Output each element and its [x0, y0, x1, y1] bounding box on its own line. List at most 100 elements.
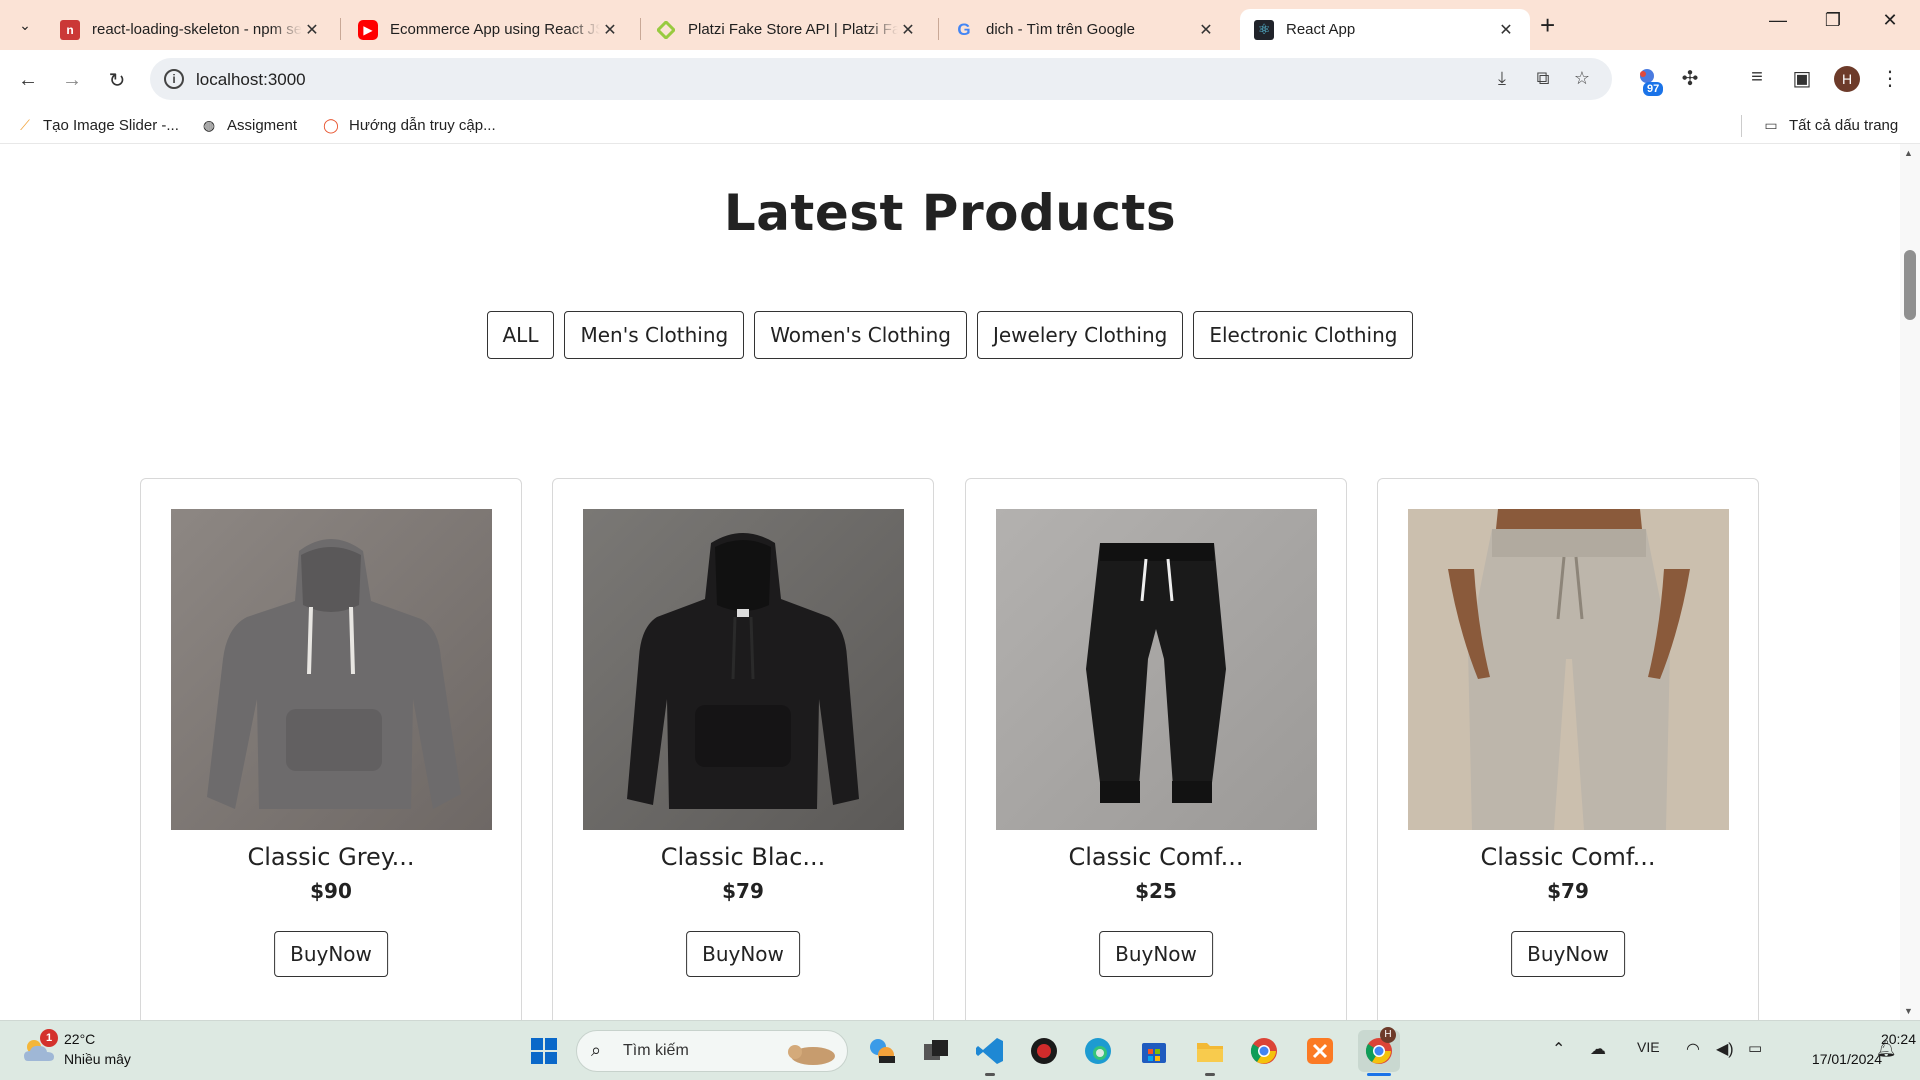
- bookmark-image-slider[interactable]: ⟋ Tạo Image Slider -...: [16, 116, 179, 134]
- scroll-thumb[interactable]: [1904, 250, 1916, 320]
- globe-icon: ◍: [202, 116, 216, 133]
- product-card[interactable]: Classic Grey... $90 BuyNow: [140, 478, 522, 1020]
- close-window-icon[interactable]: ✕: [1868, 10, 1912, 31]
- filter-womens-button[interactable]: Women's Clothing: [754, 311, 967, 359]
- media-control-icon[interactable]: ≡: [1743, 66, 1771, 94]
- product-card[interactable]: Classic Blac... $79 BuyNow: [552, 478, 934, 1020]
- product-image-beige-sweatpants[interactable]: [1408, 509, 1729, 830]
- product-image-black-hoodie[interactable]: [583, 509, 904, 830]
- address-url[interactable]: localhost:3000: [196, 70, 306, 90]
- tab-separator: [640, 18, 641, 40]
- react-icon: ⚛: [1254, 19, 1274, 40]
- install-app-icon[interactable]: ⤓: [1490, 68, 1514, 92]
- filter-mens-button[interactable]: Men's Clothing: [564, 311, 745, 359]
- forward-icon[interactable]: →: [56, 64, 88, 96]
- all-bookmarks[interactable]: ▭ Tất cả dấu trang: [1762, 116, 1898, 134]
- tab-react-app[interactable]: ⚛ React App ✕: [1240, 9, 1530, 50]
- scroll-up-arrow-icon[interactable]: ▲: [1904, 148, 1913, 158]
- close-icon[interactable]: ✕: [1196, 20, 1216, 40]
- filter-electronic-button[interactable]: Electronic Clothing: [1193, 311, 1414, 359]
- browser-toolbar: ← → ↻ i localhost:3000 ⤓ ⧉ ☆ ✣ ≡ ▣ ⋮: [0, 50, 1920, 108]
- wifi-icon[interactable]: ◠: [1686, 1039, 1700, 1059]
- close-icon[interactable]: ✕: [302, 20, 322, 40]
- taskbar-search-placeholder: Tìm kiếm: [623, 1042, 689, 1059]
- bookmark-star-icon[interactable]: ☆: [1570, 68, 1594, 92]
- show-hidden-icons-chevron-icon[interactable]: ⌃: [1552, 1039, 1565, 1059]
- volume-icon[interactable]: ◀): [1716, 1039, 1734, 1059]
- close-icon[interactable]: ✕: [1496, 20, 1516, 40]
- back-icon[interactable]: ←: [12, 64, 44, 96]
- tab-npm[interactable]: n react-loading-skeleton - npm search ✕: [46, 9, 336, 50]
- tab-title: Platzi Fake Store API | Platzi Fake: [688, 21, 898, 38]
- product-image-black-joggers[interactable]: [996, 509, 1317, 830]
- category-filters: ALL Men's Clothing Women's Clothing Jewe…: [0, 311, 1900, 359]
- folder-icon: ▭: [1764, 116, 1778, 133]
- tab-platzi[interactable]: Platzi Fake Store API | Platzi Fake ✕: [642, 9, 932, 50]
- scroll-down-arrow-icon[interactable]: ▼: [1904, 1006, 1913, 1016]
- product-card[interactable]: Classic Comf... $79 BuyNow: [1377, 478, 1759, 1020]
- bookmark-assigment[interactable]: ◍ Assigment: [200, 116, 297, 134]
- translate-icon[interactable]: ⧉: [1531, 68, 1555, 92]
- vscode-icon[interactable]: [972, 1033, 1008, 1069]
- product-card[interactable]: Classic Comf... $25 BuyNow: [965, 478, 1347, 1020]
- tab-title: react-loading-skeleton - npm search: [92, 21, 302, 38]
- filter-jewelery-button[interactable]: Jewelery Clothing: [976, 311, 1184, 359]
- edge-icon[interactable]: [1080, 1033, 1116, 1069]
- security-app-icon[interactable]: [1026, 1033, 1062, 1069]
- tab-separator: [340, 18, 341, 40]
- clock-date[interactable]: 17/01/2024: [1788, 1051, 1882, 1067]
- buy-now-button[interactable]: BuyNow: [1099, 931, 1213, 977]
- tab-google[interactable]: G dich - Tìm trên Google ✕: [940, 9, 1230, 50]
- menu-kebab-icon[interactable]: ⋮: [1876, 66, 1904, 94]
- new-tab-icon[interactable]: +: [1540, 12, 1555, 38]
- tab-strip: ⌄ n react-loading-skeleton - npm search …: [0, 0, 1920, 50]
- weather-temp[interactable]: 22°C: [64, 1031, 95, 1047]
- address-bar[interactable]: i localhost:3000 ⤓ ⧉ ☆: [150, 58, 1612, 100]
- app-running-indicator: [985, 1073, 995, 1076]
- tab-title: dich - Tìm trên Google: [986, 21, 1135, 38]
- bookmark-huong-dan[interactable]: ◯ Hướng dẫn truy cập...: [322, 116, 496, 134]
- filter-all-button[interactable]: ALL: [486, 311, 555, 359]
- xampp-icon[interactable]: [1302, 1033, 1338, 1069]
- search-icon: ⌕: [591, 1040, 602, 1060]
- buy-now-button[interactable]: BuyNow: [686, 931, 800, 977]
- task-view-icon[interactable]: [918, 1033, 954, 1069]
- close-icon[interactable]: ✕: [898, 20, 918, 40]
- tab-youtube[interactable]: ▶ Ecommerce App using React JS ✕: [344, 9, 634, 50]
- onedrive-icon[interactable]: ☁: [1590, 1039, 1606, 1059]
- minimize-icon[interactable]: —: [1756, 10, 1800, 31]
- file-explorer-icon[interactable]: [1192, 1033, 1228, 1069]
- reload-icon[interactable]: ↻: [101, 64, 133, 96]
- chrome-icon[interactable]: [1246, 1033, 1282, 1069]
- product-name: Classic Comf...: [1068, 843, 1244, 871]
- copilot-icon[interactable]: [864, 1033, 900, 1069]
- bookmarks-bar: ⟋ Tạo Image Slider -... ◍ Assigment ◯ Hư…: [0, 108, 1920, 144]
- google-icon: G: [957, 19, 971, 39]
- product-image-grey-hoodie[interactable]: [171, 509, 492, 830]
- app-running-indicator: [1205, 1073, 1215, 1076]
- input-language[interactable]: VIE: [1637, 1039, 1660, 1055]
- platzi-icon: [656, 20, 676, 40]
- site-info-icon[interactable]: i: [164, 69, 184, 89]
- extension-badge: 97: [1643, 82, 1664, 96]
- npm-icon: n: [60, 19, 80, 40]
- page-title: Latest Products: [723, 184, 1177, 242]
- slider-icon: ⟋: [20, 116, 30, 133]
- battery-icon[interactable]: ▭: [1748, 1039, 1762, 1057]
- extensions-puzzle-icon[interactable]: ✣: [1676, 66, 1704, 94]
- product-price: $79: [722, 879, 764, 903]
- notification-bell-icon[interactable]: 🔔︎: [1876, 1039, 1896, 1059]
- windows-start-icon[interactable]: [526, 1033, 562, 1069]
- close-icon[interactable]: ✕: [600, 20, 620, 40]
- tab-search-chevron-icon[interactable]: ⌄: [12, 12, 38, 38]
- taskbar-search[interactable]: ⌕ Tìm kiếm: [576, 1030, 848, 1072]
- buy-now-button[interactable]: BuyNow: [1511, 931, 1625, 977]
- avatar[interactable]: H: [1834, 66, 1860, 92]
- buy-now-button[interactable]: BuyNow: [274, 931, 388, 977]
- microsoft-store-icon[interactable]: [1136, 1033, 1172, 1069]
- bookmark-label: Hướng dẫn truy cập...: [349, 116, 496, 134]
- side-panel-icon[interactable]: ▣: [1788, 66, 1816, 94]
- restore-icon[interactable]: ❐: [1811, 10, 1855, 31]
- page-scrollbar[interactable]: ▲ ▼: [1900, 144, 1920, 1020]
- weather-desc[interactable]: Nhiều mây: [64, 1051, 131, 1067]
